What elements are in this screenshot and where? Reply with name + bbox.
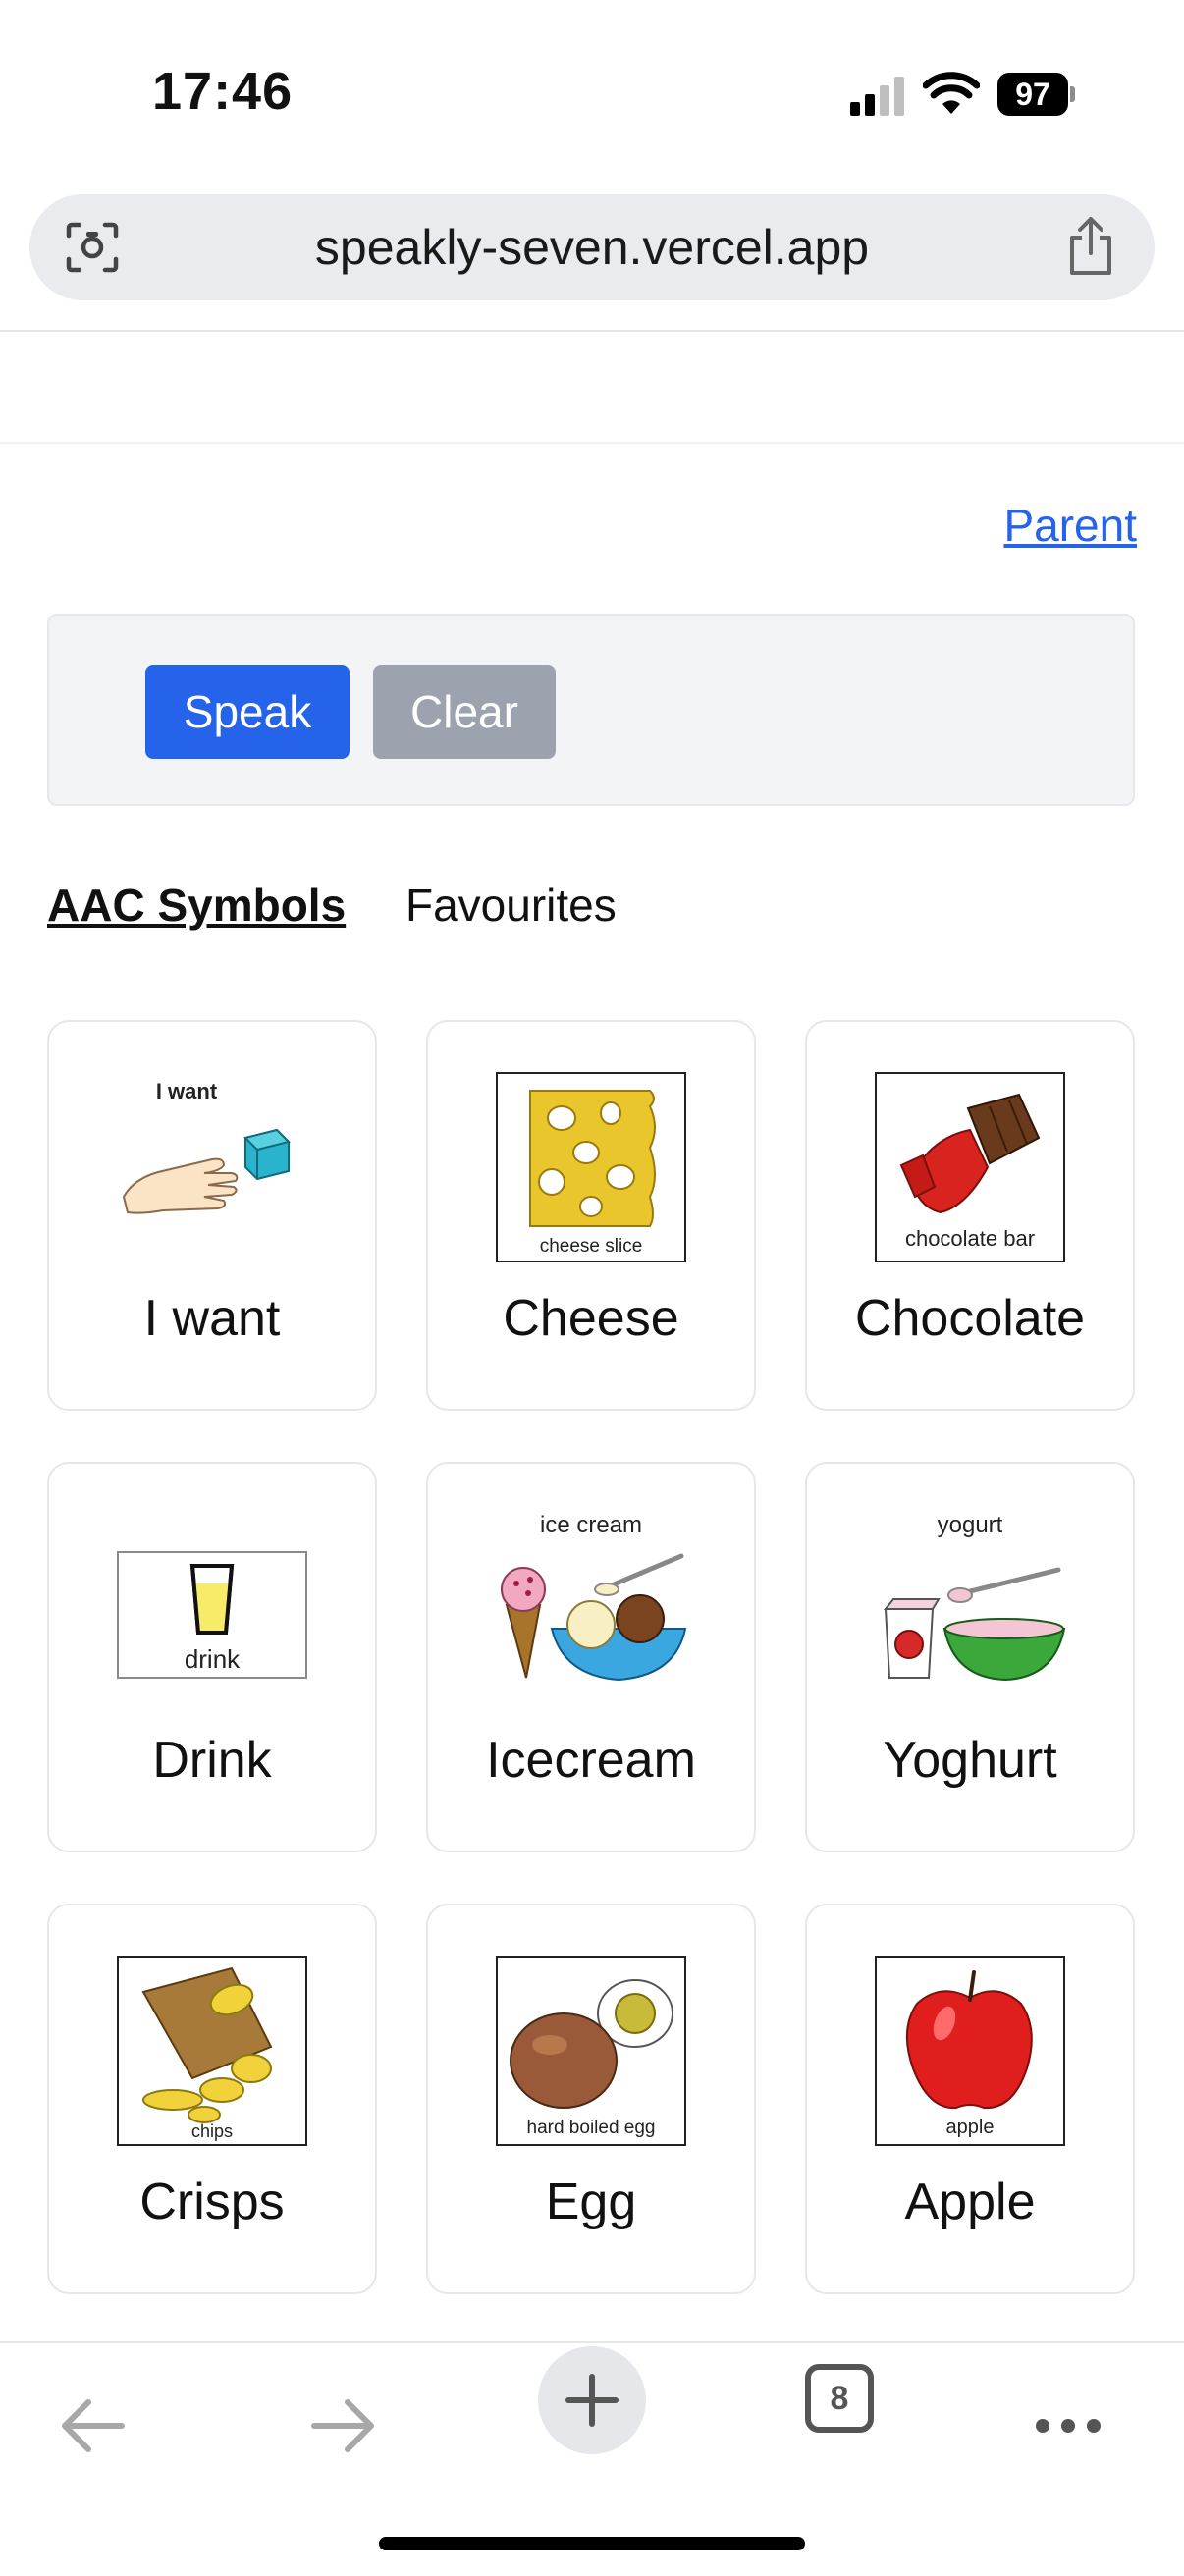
symbol-label: Drink	[152, 1732, 272, 1789]
symbol-caption: drink	[185, 1644, 241, 1674]
parent-link[interactable]: Parent	[1003, 499, 1137, 552]
symbol-caption: hard boiled egg	[527, 2118, 656, 2138]
crisps-symbol-icon: chips	[117, 1956, 307, 2146]
status-bar: 17:46 97	[0, 0, 1184, 187]
symbol-label: Apple	[904, 2174, 1036, 2230]
symbol-card-cheese[interactable]: cheese slice Cheese	[426, 1020, 756, 1411]
status-time: 17:46	[152, 62, 294, 121]
i-want-symbol-icon: I want	[122, 1079, 291, 1214]
chocolate-symbol-icon: chocolate bar	[875, 1072, 1065, 1262]
more-options-icon[interactable]	[1031, 2388, 1105, 2463]
new-tab-button[interactable]	[538, 2346, 646, 2454]
speak-button[interactable]: Speak	[145, 665, 350, 759]
plus-icon	[565, 2374, 619, 2427]
symbol-card-yoghurt[interactable]: yogurt Yoghurt	[805, 1462, 1135, 1852]
symbol-caption: cheese slice	[540, 1236, 643, 1257]
egg-symbol-icon: hard boiled egg	[496, 1956, 686, 2146]
share-icon[interactable]	[1066, 216, 1115, 277]
tab-favourites[interactable]: Favourites	[405, 879, 617, 932]
forward-arrow-icon[interactable]	[304, 2388, 379, 2463]
symbol-label: I want	[143, 1290, 281, 1347]
tab-count-button[interactable]: 8	[805, 2364, 874, 2433]
home-indicator	[379, 2537, 805, 2550]
symbol-card-drink[interactable]: drink Drink	[47, 1462, 377, 1852]
symbol-card-i-want[interactable]: I want I want	[47, 1020, 377, 1411]
cellular-signal-icon	[850, 77, 904, 116]
clear-button[interactable]: Clear	[373, 665, 556, 759]
symbol-caption: yogurt	[938, 1512, 1003, 1538]
symbol-label: Icecream	[486, 1732, 696, 1789]
battery-level: 97	[997, 73, 1068, 116]
symbol-card-icecream[interactable]: ice cream Icecream	[426, 1462, 756, 1852]
symbol-label: Yoghurt	[883, 1732, 1057, 1789]
wifi-icon	[923, 72, 980, 114]
symbol-caption: chocolate bar	[905, 1226, 1035, 1251]
symbol-caption: apple	[946, 2117, 995, 2138]
sentence-bar: Speak Clear	[47, 614, 1135, 806]
symbol-card-crisps[interactable]: chips Crisps	[47, 1904, 377, 2294]
icecream-symbol-icon: ice cream	[501, 1512, 687, 1682]
symbol-caption: ice cream	[540, 1512, 642, 1538]
symbol-card-apple[interactable]: apple Apple	[805, 1904, 1135, 2294]
symbol-card-egg[interactable]: hard boiled egg Egg	[426, 1904, 756, 2294]
apple-symbol-icon: apple	[875, 1956, 1065, 2146]
address-bar[interactable]: speakly-seven.vercel.app	[29, 194, 1155, 300]
symbol-card-chocolate[interactable]: chocolate bar Chocolate	[805, 1020, 1135, 1411]
url-text[interactable]: speakly-seven.vercel.app	[29, 194, 1155, 300]
cheese-symbol-icon: cheese slice	[496, 1072, 686, 1262]
symbol-label: Cheese	[503, 1290, 679, 1347]
drink-symbol-icon: drink	[117, 1551, 307, 1679]
symbol-caption: chips	[191, 2121, 233, 2141]
address-bar-divider	[0, 330, 1184, 332]
back-arrow-icon[interactable]	[57, 2388, 132, 2463]
yoghurt-symbol-icon: yogurt	[883, 1512, 1066, 1682]
symbol-label: Egg	[545, 2174, 637, 2230]
symbol-label: Crisps	[139, 2174, 285, 2230]
tab-aac-symbols[interactable]: AAC Symbols	[47, 879, 346, 932]
symbol-caption: I want	[156, 1079, 218, 1103]
battery-icon: 97	[997, 73, 1076, 116]
symbol-label: Chocolate	[854, 1290, 1086, 1347]
